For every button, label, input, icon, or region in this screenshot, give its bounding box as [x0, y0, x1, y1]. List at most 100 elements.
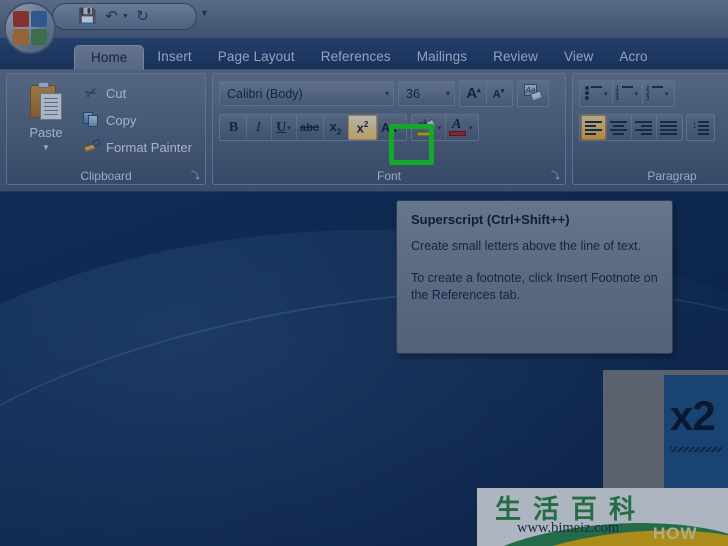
- font-row-primary: Calibri (Body) ▾ 36 ▾ A▴ A▾: [219, 80, 549, 107]
- spellcheck-squiggle-icon: [670, 447, 722, 452]
- font-name-dropdown-icon[interactable]: ▾: [385, 89, 389, 98]
- bullets-dropdown-icon[interactable]: ▾: [604, 90, 608, 98]
- customize-qat-icon[interactable]: ▼: [200, 9, 208, 18]
- tooltip-paragraph-1: Create small letters above the line of t…: [411, 238, 658, 255]
- scissors-icon: ✂: [81, 82, 103, 104]
- tooltip-body: Create small letters above the line of t…: [411, 238, 658, 304]
- font-size-value: 36: [406, 87, 420, 101]
- subscript-icon: x2: [330, 119, 342, 137]
- font-color-button[interactable]: A ▾: [445, 115, 477, 140]
- bold-icon: B: [229, 120, 238, 136]
- font-color-icon: A: [449, 118, 468, 137]
- format-painter-label: Format Painter: [106, 140, 192, 155]
- justify-button[interactable]: [656, 115, 681, 140]
- font-color-dropdown-icon[interactable]: ▾: [469, 124, 473, 132]
- numbered-list-icon: 123: [616, 86, 634, 101]
- ribbon-group-paragraph: ▾ 123 ▾ 123 ▾: [572, 73, 728, 185]
- paste-label: Paste: [29, 126, 62, 139]
- paintbrush-icon: [83, 139, 100, 156]
- tooltip-paragraph-2: To create a footnote, click Insert Footn…: [411, 270, 658, 304]
- align-left-button[interactable]: [581, 115, 606, 140]
- italic-button[interactable]: I: [246, 115, 271, 140]
- tab-references[interactable]: References: [308, 44, 404, 71]
- shrink-font-button[interactable]: A▾: [486, 81, 511, 106]
- clear-formatting-wrap: Aa: [517, 80, 549, 107]
- underline-dropdown-icon[interactable]: ▾: [287, 124, 291, 132]
- grow-font-icon: A▴: [466, 85, 480, 102]
- tab-review[interactable]: Review: [480, 44, 551, 71]
- bullet-list-icon: [585, 86, 603, 101]
- multilevel-list-button[interactable]: 123 ▾: [642, 81, 673, 106]
- copy-button[interactable]: Copy: [83, 108, 136, 132]
- subscript-button[interactable]: x2: [323, 115, 348, 140]
- tab-mailings[interactable]: Mailings: [404, 44, 480, 71]
- align-right-button[interactable]: [631, 115, 656, 140]
- undo-dropdown-icon[interactable]: ▼: [122, 13, 129, 20]
- clipboard-dialog-launcher-icon[interactable]: ⤵: [190, 170, 201, 181]
- multilevel-list-icon: 123: [646, 86, 664, 101]
- numbering-dropdown-icon[interactable]: ▾: [635, 90, 639, 98]
- window-title-bar: 💾 ↶ ▼ ↻ ▼: [0, 0, 728, 38]
- paragraph-group-label: Paragrap: [573, 170, 728, 182]
- alignment-buttons: [579, 114, 683, 141]
- undo-icon[interactable]: ↶: [101, 6, 122, 27]
- format-painter-button[interactable]: Format Painter: [83, 135, 192, 159]
- underline-icon: U: [276, 120, 286, 136]
- superscript-icon: x2: [357, 120, 369, 135]
- clipboard-group-label: Clipboard: [7, 170, 205, 182]
- superscript-button[interactable]: x2: [348, 115, 377, 140]
- underline-button[interactable]: U ▾: [271, 115, 296, 140]
- paste-button[interactable]: Paste ▼: [15, 80, 77, 160]
- tab-acrobat[interactable]: Acro: [606, 44, 660, 71]
- watermark-url: www.bimeiz.com: [517, 520, 619, 537]
- shrink-font-icon: A▾: [493, 87, 504, 101]
- numbering-button[interactable]: 123 ▾: [612, 81, 643, 106]
- tab-home[interactable]: Home: [74, 45, 144, 72]
- clear-formatting-icon: Aa: [523, 84, 543, 103]
- align-right-icon: [635, 121, 652, 135]
- redo-icon[interactable]: ↻: [132, 6, 153, 27]
- font-size-dropdown-icon[interactable]: ▾: [446, 89, 450, 98]
- font-row-secondary: B I U ▾ abc x2 x2: [219, 114, 479, 141]
- font-style-buttons: B I U ▾ abc x2 x2: [219, 114, 407, 141]
- tab-view[interactable]: View: [551, 44, 606, 71]
- bullets-button[interactable]: ▾: [581, 81, 612, 106]
- font-name-value: Calibri (Body): [227, 87, 303, 101]
- text-highlight-dropdown-icon[interactable]: ▾: [437, 124, 441, 132]
- clipboard-icon: [28, 82, 64, 122]
- superscript-highlight-box: [389, 124, 434, 165]
- cut-button[interactable]: ✂ Cut: [83, 81, 126, 105]
- cut-label: Cut: [106, 86, 126, 101]
- grow-font-button[interactable]: A▴: [461, 81, 486, 106]
- quick-access-toolbar: 💾 ↶ ▼ ↻: [52, 3, 197, 30]
- italic-icon: I: [256, 120, 261, 136]
- multilevel-dropdown-icon[interactable]: ▾: [665, 90, 669, 98]
- justify-icon: [660, 121, 677, 135]
- align-center-button[interactable]: [606, 115, 631, 140]
- paragraph-row-lists: ▾ 123 ▾ 123 ▾: [579, 80, 675, 107]
- word-application-window: 💾 ↶ ▼ ↻ ▼ Home Insert Page Layout Refere…: [0, 0, 728, 546]
- watermark-overlay-text: HOW: [653, 524, 698, 544]
- watermark-overlay: 生活百科 www.bimeiz.com HOW: [477, 488, 728, 546]
- line-spacing-wrap: ↕: [686, 114, 715, 141]
- clear-formatting-button[interactable]: Aa: [519, 81, 547, 106]
- office-button[interactable]: [4, 2, 56, 54]
- copy-label: Copy: [106, 113, 136, 128]
- tab-insert[interactable]: Insert: [144, 44, 204, 71]
- strikethrough-icon: abc: [300, 122, 319, 134]
- line-spacing-button[interactable]: ↕: [688, 115, 713, 140]
- line-spacing-icon: ↕: [692, 121, 709, 135]
- bold-button[interactable]: B: [221, 115, 246, 140]
- font-size-buttons: A▴ A▾: [459, 80, 513, 107]
- office-logo-icon: [13, 11, 47, 45]
- save-icon[interactable]: 💾: [77, 6, 98, 27]
- strikethrough-button[interactable]: abc: [296, 115, 323, 140]
- ribbon-tab-strip: Home Insert Page Layout References Maili…: [0, 38, 728, 70]
- tab-page-layout[interactable]: Page Layout: [205, 44, 308, 71]
- paste-dropdown-icon[interactable]: ▼: [42, 144, 50, 152]
- ribbon-group-clipboard: Paste ▼ ✂ Cut Copy Format Painter Clipbo…: [6, 73, 206, 185]
- font-dialog-launcher-icon[interactable]: ⤵: [550, 170, 561, 181]
- font-size-input[interactable]: 36 ▾: [398, 81, 455, 106]
- font-name-input[interactable]: Calibri (Body) ▾: [219, 81, 394, 106]
- font-group-label: Font: [213, 170, 565, 182]
